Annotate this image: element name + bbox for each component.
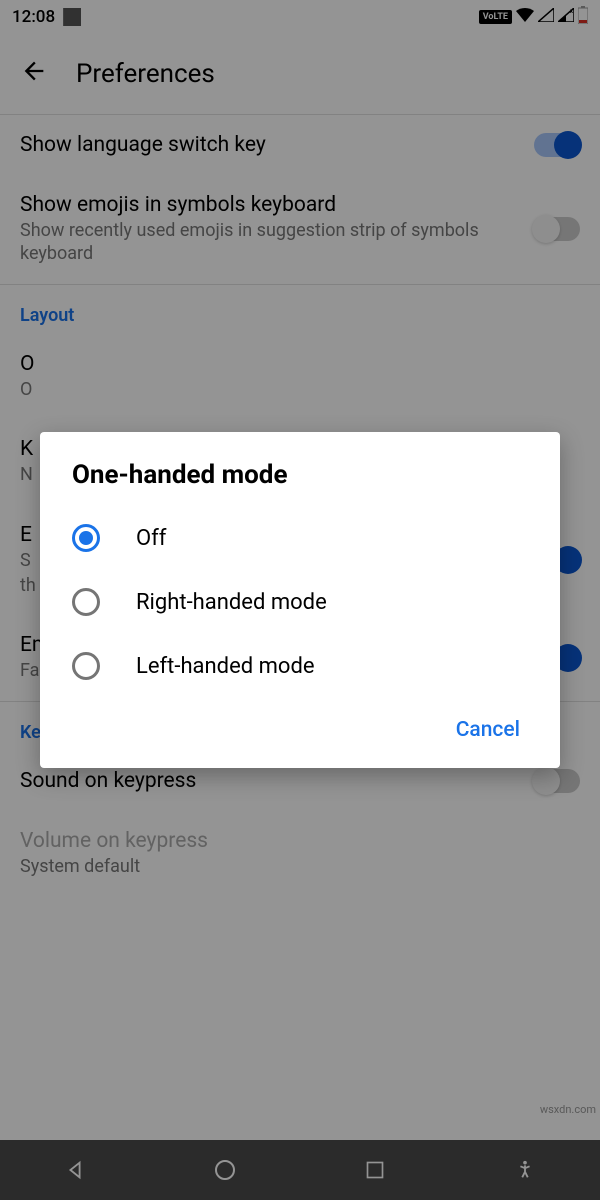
- cancel-button[interactable]: Cancel: [444, 710, 532, 750]
- dialog-scrim[interactable]: One-handed mode Off Right-handed mode Le…: [0, 0, 600, 1200]
- radio-option-left[interactable]: Left-handed mode: [40, 634, 560, 698]
- one-handed-dialog: One-handed mode Off Right-handed mode Le…: [40, 432, 560, 768]
- dialog-title: One-handed mode: [40, 460, 560, 506]
- radio-icon: [72, 652, 100, 680]
- radio-option-off[interactable]: Off: [40, 506, 560, 570]
- radio-icon: [72, 588, 100, 616]
- radio-icon: [72, 524, 100, 552]
- radio-option-right[interactable]: Right-handed mode: [40, 570, 560, 634]
